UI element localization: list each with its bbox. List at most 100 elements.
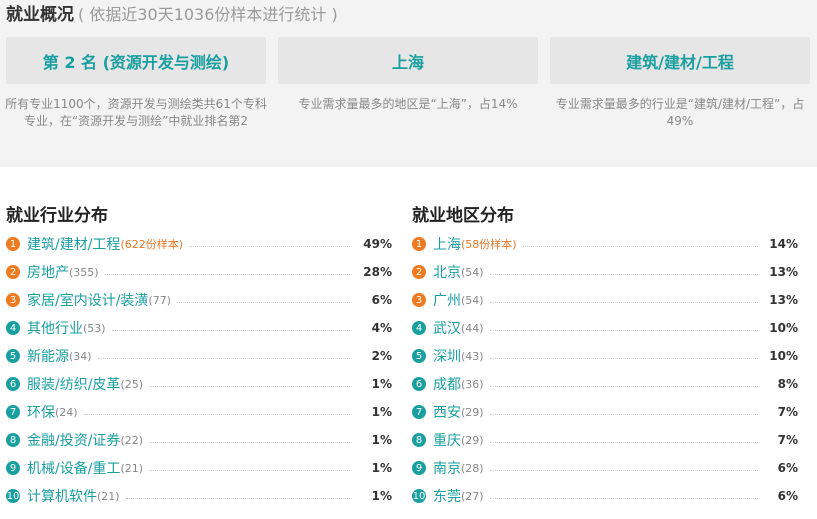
industry-row: 8 金融/投资/证券 (22) 1% xyxy=(6,426,392,454)
dotted-leader xyxy=(489,497,758,499)
dotted-leader xyxy=(489,441,758,443)
dotted-leader xyxy=(97,357,352,359)
region-row: 1 上海 (58份样本) 14% xyxy=(412,230,798,258)
region-name[interactable]: 北京 xyxy=(433,262,461,282)
region-name[interactable]: 成都 xyxy=(433,374,461,394)
dotted-leader xyxy=(489,329,758,331)
industry-name[interactable]: 房地产 xyxy=(27,262,69,282)
region-name[interactable]: 广州 xyxy=(433,290,461,310)
region-row: 4 武汉 (44) 10% xyxy=(412,314,798,342)
dotted-leader xyxy=(125,497,352,499)
dotted-leader xyxy=(489,385,758,387)
rank-badge: 1 xyxy=(6,237,20,251)
rank-card-description: 所有专业1100个，资源开发与测绘类共61个专科专业，在“资源开发与测绘”中就业… xyxy=(5,97,267,128)
rank-badge: 4 xyxy=(6,321,20,335)
region-list: 1 上海 (58份样本) 14% 2 北京 (54) 13% 3 广州 (54)… xyxy=(412,230,798,510)
sample-count: (77) xyxy=(148,293,172,307)
sample-note: ( 依据近30天1036份样本进行统计 ) xyxy=(78,5,338,24)
dotted-leader xyxy=(83,413,352,415)
industry-percent: 2% xyxy=(371,349,392,363)
rank-badge: 10 xyxy=(6,489,20,503)
industry-percent: 1% xyxy=(371,377,392,391)
industry-name[interactable]: 家居/室内设计/装潢 xyxy=(27,290,148,310)
rank-badge: 9 xyxy=(412,461,426,475)
industry-name[interactable]: 计算机软件 xyxy=(27,486,97,506)
sample-count: (58份样本) xyxy=(461,238,517,251)
region-name[interactable]: 西安 xyxy=(433,402,461,422)
region-percent: 14% xyxy=(769,237,798,251)
rank-badge: 1 xyxy=(412,237,426,251)
industry-percent: 6% xyxy=(371,293,392,307)
sample-count: (54) xyxy=(461,293,484,307)
dotted-leader xyxy=(489,301,758,303)
sample-count: (54) xyxy=(461,265,484,279)
dotted-leader xyxy=(149,469,352,471)
sample-count: (34) xyxy=(69,349,92,363)
rank-badge: 4 xyxy=(412,321,426,335)
region-name[interactable]: 上海 xyxy=(433,234,461,254)
industry-percent: 1% xyxy=(371,433,392,447)
industry-row: 3 家居/室内设计/装潢 (77) 6% xyxy=(6,286,392,314)
sample-count: (53) xyxy=(83,321,106,335)
industry-name[interactable]: 环保 xyxy=(27,402,55,422)
industry-row: 6 服装/纺织/皮革 (25) 1% xyxy=(6,370,392,398)
sample-count: (355) xyxy=(69,265,99,279)
region-percent: 10% xyxy=(769,321,798,335)
region-name[interactable]: 南京 xyxy=(433,458,461,478)
dotted-leader xyxy=(489,413,758,415)
rank-badge: 2 xyxy=(412,265,426,279)
rank-badge: 6 xyxy=(6,377,20,391)
sample-count: (21) xyxy=(120,461,144,475)
rank-badge: 5 xyxy=(6,349,20,363)
sample-count: (21) xyxy=(97,489,120,503)
industry-section-title: 就业行业分布 xyxy=(6,206,108,226)
dotted-leader xyxy=(489,469,758,471)
region-percent: 6% xyxy=(777,489,798,503)
page-title: 就业概况 xyxy=(6,5,74,25)
sample-count: (622份样本) xyxy=(120,238,184,251)
industry-name[interactable]: 金融/投资/证券 xyxy=(27,430,120,450)
region-name[interactable]: 深圳 xyxy=(433,346,461,366)
industry-percent: 28% xyxy=(363,265,392,279)
rank-badge: 3 xyxy=(412,293,426,307)
rank-badge: 7 xyxy=(412,405,426,419)
industry-row: 4 其他行业 (53) 4% xyxy=(6,314,392,342)
region-row: 6 成都 (36) 8% xyxy=(412,370,798,398)
region-row: 2 北京 (54) 13% xyxy=(412,258,798,286)
industry-row: 9 机械/设备/重工 (21) 1% xyxy=(6,454,392,482)
sample-count: (29) xyxy=(461,433,484,447)
sample-count: (43) xyxy=(461,349,484,363)
industry-name[interactable]: 新能源 xyxy=(27,346,69,366)
industry-row: 5 新能源 (34) 2% xyxy=(6,342,392,370)
dotted-leader xyxy=(189,245,352,247)
industry-percent: 49% xyxy=(363,237,392,251)
top-region-card-label: 上海 xyxy=(391,52,424,72)
rank-badge: 5 xyxy=(412,349,426,363)
sample-count: (24) xyxy=(55,405,78,419)
industry-percent: 1% xyxy=(371,461,392,475)
region-row: 7 西安 (29) 7% xyxy=(412,398,798,426)
region-percent: 6% xyxy=(777,461,798,475)
region-name[interactable]: 东莞 xyxy=(433,486,461,506)
sample-count: (36) xyxy=(461,377,484,391)
rank-badge: 10 xyxy=(412,489,426,503)
industry-list: 1 建筑/建材/工程 (622份样本) 49% 2 房地产 (355) 28% … xyxy=(6,230,392,510)
region-name[interactable]: 重庆 xyxy=(433,430,461,450)
industry-row: 2 房地产 (355) 28% xyxy=(6,258,392,286)
dotted-leader xyxy=(522,245,758,247)
rank-badge: 8 xyxy=(6,433,20,447)
industry-name[interactable]: 服装/纺织/皮革 xyxy=(27,374,120,394)
dotted-leader xyxy=(149,441,352,443)
region-row: 9 南京 (28) 6% xyxy=(412,454,798,482)
industry-name[interactable]: 其他行业 xyxy=(27,318,83,338)
dotted-leader xyxy=(111,329,352,331)
industry-percent: 1% xyxy=(371,489,392,503)
rank-badge: 7 xyxy=(6,405,20,419)
region-name[interactable]: 武汉 xyxy=(433,318,461,338)
industry-name[interactable]: 机械/设备/重工 xyxy=(27,458,120,478)
industry-name[interactable]: 建筑/建材/工程 xyxy=(27,234,120,254)
region-row: 10 东莞 (27) 6% xyxy=(412,482,798,510)
dotted-leader xyxy=(104,273,352,275)
overview-panel: 就业概况( 依据近30天1036份样本进行统计 ) 第 2 名 (资源开发与测绘… xyxy=(0,0,817,167)
industry-percent: 4% xyxy=(371,321,392,335)
